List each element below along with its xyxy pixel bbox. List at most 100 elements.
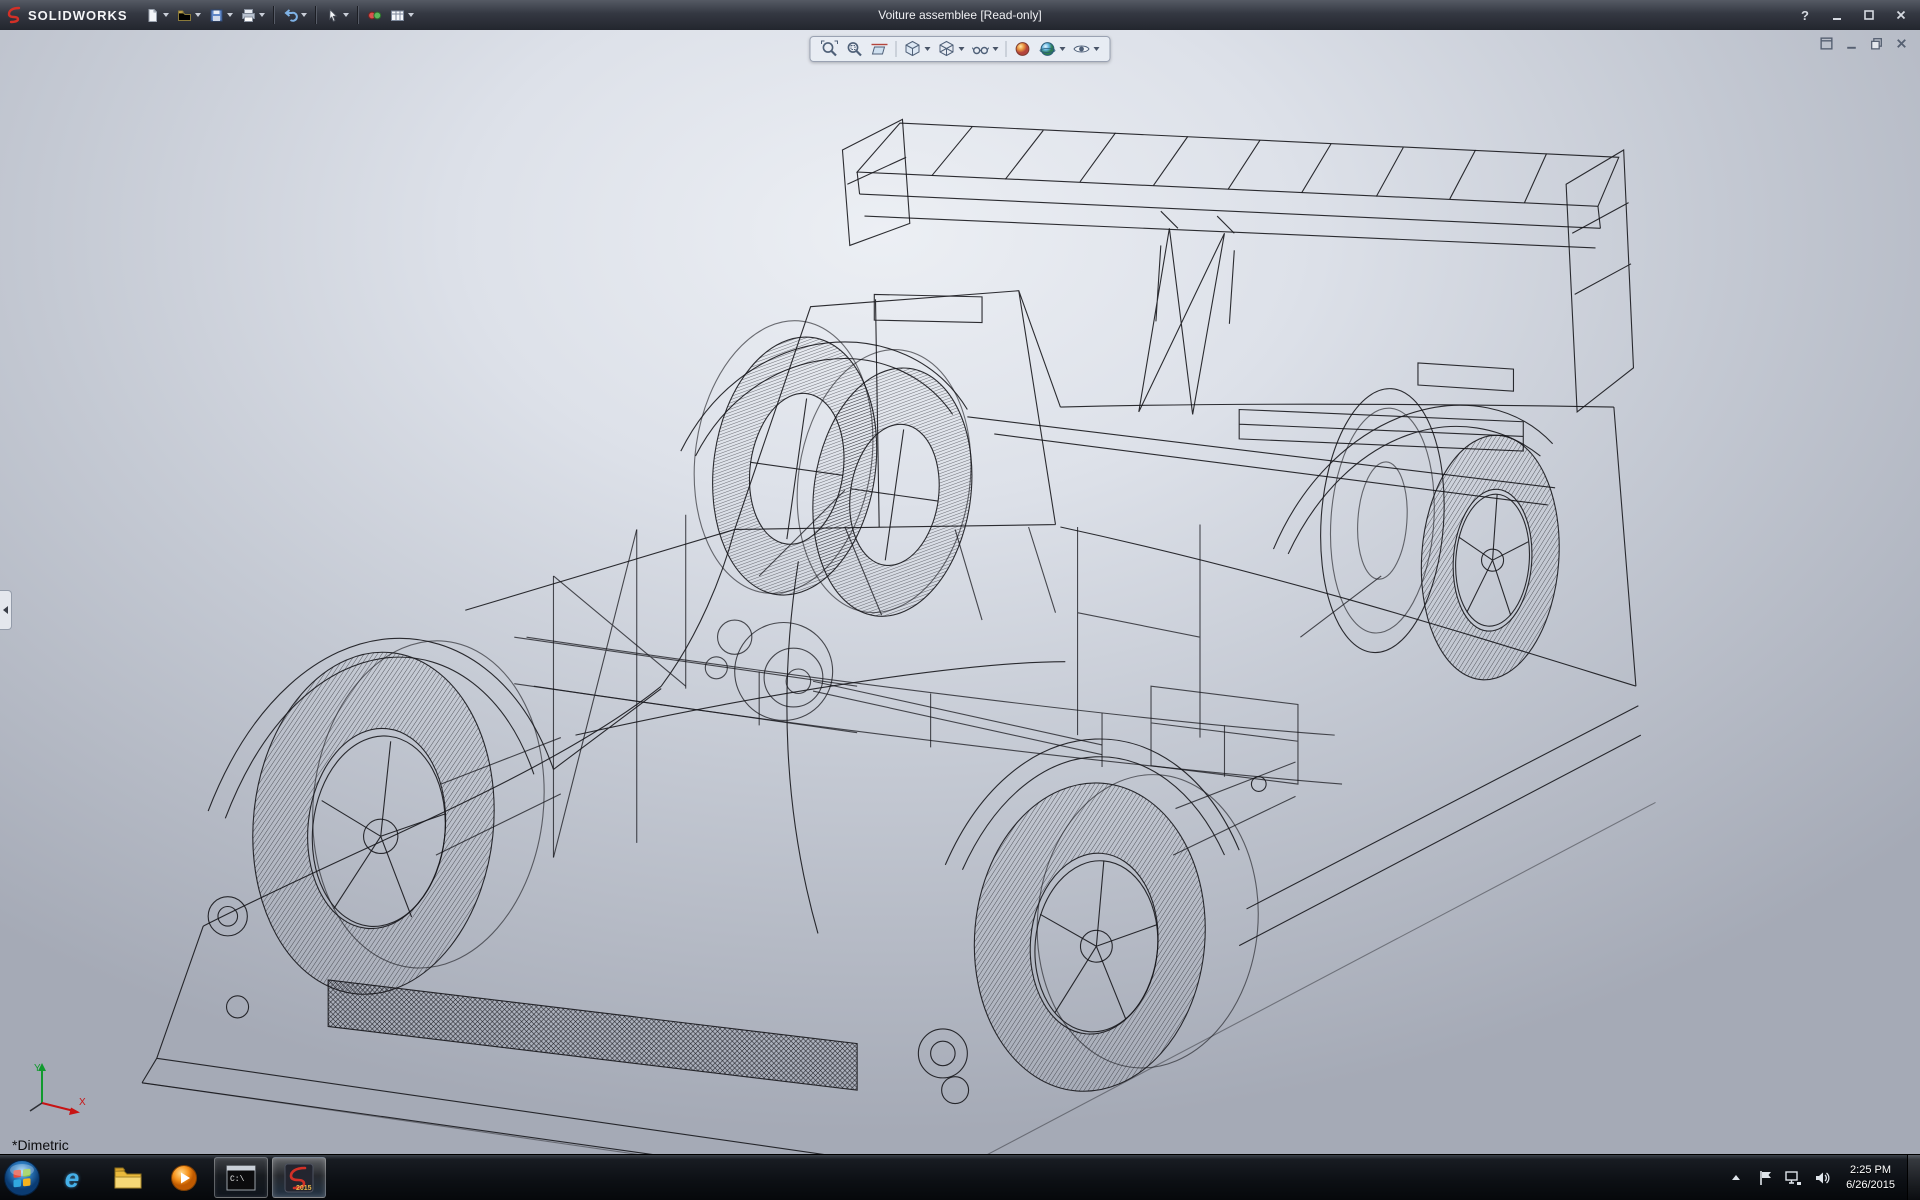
- show-desktop-button[interactable]: [1907, 1155, 1920, 1200]
- hide-show-items-button[interactable]: [971, 40, 999, 58]
- dropdown-caret[interactable]: [162, 13, 169, 17]
- section-view-button[interactable]: [871, 40, 889, 58]
- undo-button[interactable]: [280, 6, 310, 25]
- save-button[interactable]: [206, 6, 236, 25]
- dropdown-caret[interactable]: [1093, 47, 1100, 51]
- car-body-lines: [141, 118, 1656, 1155]
- graphics-area[interactable]: Y X *Dimetric: [0, 30, 1920, 1155]
- apply-scene-button[interactable]: [1039, 40, 1066, 58]
- open-button[interactable]: [174, 6, 204, 25]
- undo-icon: [284, 8, 298, 22]
- view-orientation-label: *Dimetric: [12, 1137, 69, 1153]
- triad-y-label: Y: [34, 1063, 41, 1074]
- taskbar-item-media-player[interactable]: [158, 1158, 210, 1197]
- windows-taskbar: e C:\ 2015 2:25 PM 6/26/2015: [0, 1154, 1920, 1200]
- view-settings-button[interactable]: [1073, 40, 1100, 58]
- help-button[interactable]: ?: [1796, 8, 1814, 23]
- triad-x-label: X: [79, 1097, 86, 1108]
- rear-wing: [841, 118, 1635, 415]
- new-document-icon: [148, 8, 157, 22]
- volume-icon[interactable]: [1814, 1170, 1830, 1186]
- maximize-button[interactable]: [1860, 8, 1878, 22]
- toolbar-separator: [272, 6, 275, 24]
- network-icon[interactable]: [1785, 1170, 1802, 1186]
- windows-start-orb-icon: [4, 1159, 40, 1196]
- dropdown-caret[interactable]: [342, 13, 349, 17]
- doc-new-window-button[interactable]: [1818, 36, 1835, 51]
- wheel-rear-left: [973, 774, 1259, 1092]
- system-tray: 2:25 PM 6/26/2015: [1720, 1155, 1920, 1200]
- action-center-flag-icon[interactable]: [1758, 1170, 1773, 1186]
- solidworks-window: SOLIDWORKS Voiture assemblee [Read-only]…: [0, 0, 1920, 1200]
- dropdown-caret[interactable]: [1059, 47, 1066, 51]
- appearance-swatch-button[interactable]: [364, 6, 385, 25]
- toolbar-separator: [314, 6, 317, 24]
- taskbar-item-command-prompt[interactable]: C:\: [214, 1157, 268, 1198]
- section-view-icon: [871, 43, 888, 55]
- close-button[interactable]: [1892, 8, 1910, 22]
- taskbar-item-solidworks[interactable]: 2015: [272, 1157, 326, 1198]
- taskbar-item-internet-explorer[interactable]: e: [46, 1158, 98, 1197]
- solidworks-version-badge: 2015: [296, 1185, 312, 1192]
- toolbar-separator: [895, 41, 897, 57]
- zoom-to-fit-button[interactable]: [821, 40, 839, 58]
- titlebar: SOLIDWORKS Voiture assemblee [Read-only]…: [0, 0, 1920, 30]
- front-grille: [327, 979, 858, 1091]
- command-prompt-glyph: C:\: [230, 1175, 245, 1184]
- sheet-properties-button[interactable]: [387, 6, 417, 25]
- display-style-button[interactable]: [938, 40, 965, 58]
- zoom-to-area-icon: [847, 42, 862, 57]
- zoom-to-fit-icon: [821, 40, 838, 57]
- taskbar-clock[interactable]: 2:25 PM 6/26/2015: [1846, 1163, 1895, 1193]
- view-orientation-button[interactable]: [904, 40, 931, 58]
- titlebar-left: SOLIDWORKS: [0, 6, 417, 25]
- doc-minimize-button[interactable]: [1843, 36, 1860, 51]
- edit-appearance-sphere-icon: [1015, 42, 1030, 56]
- folder-icon: [114, 1167, 142, 1188]
- edit-appearance-button[interactable]: [1014, 40, 1032, 58]
- solidworks-logo-icon: [7, 6, 21, 24]
- new-document-button[interactable]: [142, 6, 172, 25]
- hide-show-glasses-icon: [971, 46, 990, 55]
- select-cursor-icon: [328, 7, 338, 22]
- reference-triad: Y X: [29, 1063, 86, 1115]
- titlebar-toolbar: [142, 6, 417, 25]
- expand-panel-icon: [3, 606, 8, 614]
- print-button[interactable]: [238, 6, 268, 25]
- display-style-cube-icon: [939, 40, 954, 57]
- view-settings-eye-icon: [1073, 45, 1090, 53]
- start-button[interactable]: [0, 1156, 44, 1200]
- doc-close-button[interactable]: [1893, 36, 1910, 51]
- appearance-swatch-icon: [367, 11, 381, 19]
- internet-explorer-icon: e: [64, 1162, 80, 1193]
- command-prompt-icon: C:\: [226, 1165, 256, 1190]
- dropdown-caret[interactable]: [924, 47, 931, 51]
- dropdown-caret[interactable]: [258, 13, 265, 17]
- titlebar-window-controls: ?: [1796, 8, 1920, 23]
- show-hidden-icons-button[interactable]: [1732, 1175, 1741, 1180]
- media-player-icon: [171, 1164, 197, 1191]
- toolbar-separator: [356, 6, 359, 24]
- dropdown-caret[interactable]: [194, 13, 201, 17]
- heads-up-view-toolbar: [809, 36, 1111, 62]
- doc-restore-button[interactable]: [1868, 36, 1885, 51]
- dropdown-caret[interactable]: [958, 47, 965, 51]
- feature-manager-collapsed-tab[interactable]: [0, 590, 12, 630]
- minimize-button[interactable]: [1828, 8, 1846, 22]
- chassis-internals: [435, 489, 1382, 858]
- print-icon: [241, 8, 255, 22]
- document-window-controls: [1818, 36, 1910, 51]
- dropdown-caret[interactable]: [992, 47, 999, 51]
- solidworks-taskbar-icon: 2015: [284, 1163, 314, 1192]
- app-name: SOLIDWORKS: [28, 7, 128, 23]
- car-wireframe-model[interactable]: [0, 30, 1920, 1155]
- sheet-properties-icon: [390, 10, 404, 21]
- dropdown-caret[interactable]: [300, 13, 307, 17]
- clock-time: 2:25 PM: [1850, 1163, 1892, 1176]
- save-icon: [210, 9, 223, 21]
- zoom-to-area-button[interactable]: [846, 40, 864, 58]
- taskbar-item-windows-explorer[interactable]: [102, 1158, 154, 1197]
- select-button[interactable]: [322, 6, 352, 25]
- dropdown-caret[interactable]: [226, 13, 233, 17]
- dropdown-caret[interactable]: [407, 13, 414, 17]
